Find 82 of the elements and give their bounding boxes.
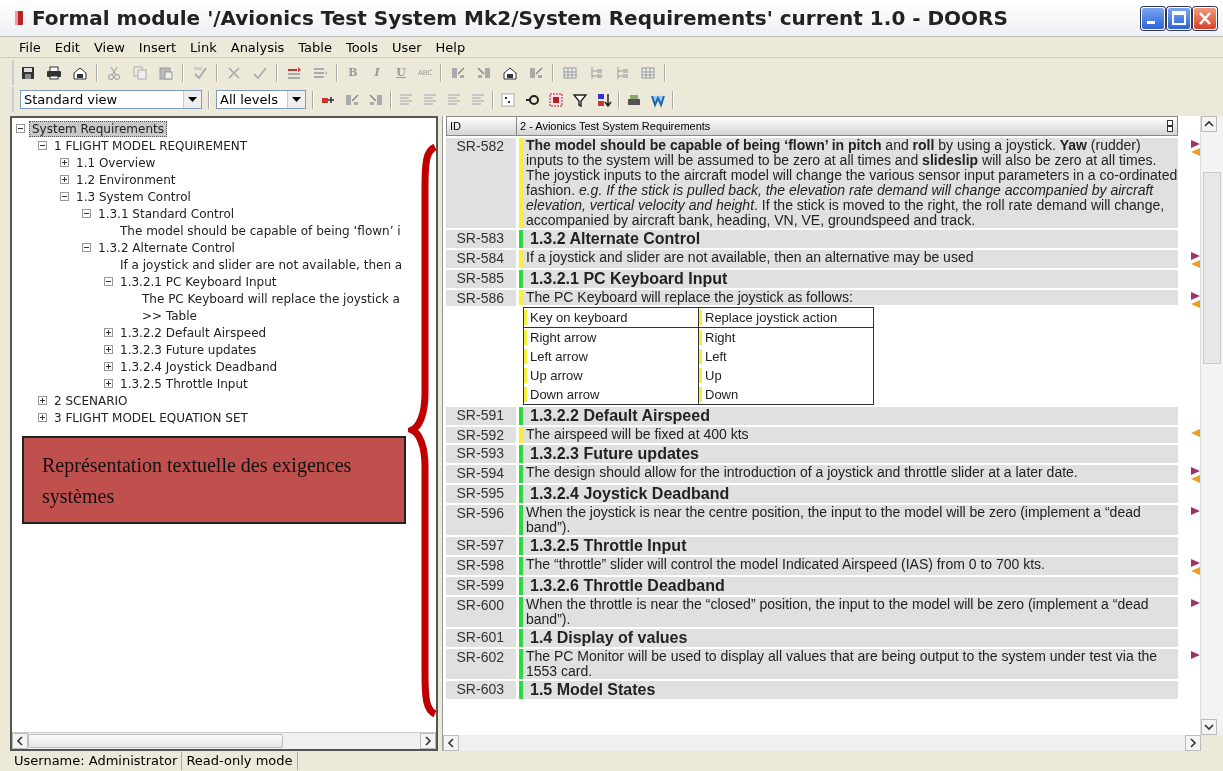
heading-cell[interactable]: 1.3.2.4 Joystick Deadband [519,485,1178,503]
id-cell: SR-592 [446,427,516,443]
table-cell: Up [699,368,869,383]
tree-item[interactable]: 1.3 System Control [73,188,194,205]
requirement-cell[interactable]: When the throttle is near the “closed” position, the input to the model will be zero (implement a “dead band”). [519,597,1178,627]
tree-item[interactable]: The model should be capable of being ‘flown’ i [117,222,404,239]
tree-item[interactable]: 1.3.2.5 Throttle Input [117,375,251,392]
requirement-cell[interactable]: The design should allow for the introduction of a joystick and throttle slider at a later date. [519,465,1178,483]
table-header-cell: Key on keyboard [524,310,694,325]
id-cell: SR-602 [446,649,516,679]
id-cell: SR-603 [446,681,516,699]
table-header-cell: Replace joystick action [699,310,869,325]
id-cell: SR-600 [446,597,516,627]
table-cell: Right [699,330,869,345]
table-cell: Left arrow [524,349,694,364]
menu-item[interactable]: File [12,39,48,55]
id-cell: SR-586 [446,290,516,306]
id-cell: SR-597 [446,537,516,555]
requirement-cell[interactable]: If a joystick and slider are not available, then an alternative may be used [519,250,1178,268]
requirement-cell[interactable]: The model should be capable of being ‘flown’ in pitch and roll by using a joystick. Yaw (rudder) inputs to the system will be assumed to be zero at all times and slideslip will also be zero at all times. The joystick inputs to the aircraft model will change the various sensor input parameters in a co-ordinated fashion. e.g. If the stick is pulled back, the elevation rate demand will change accompanied by aircraft elevation, vertical velocity and height. If the stick is moved to the right, the roll rate demand will change, accompanied by aircraft bank, heading, VN, VE, groundspeed and track. [519,138,1178,228]
id-cell: SR-596 [446,505,516,535]
requirement-cell[interactable]: The PC Monitor will be used to display all values that are being output to the system under test via the 1553 card. [519,649,1178,679]
requirement-cell[interactable]: The “throttle” slider will control the model Indicated Airspeed (IAS) from 0 to 700 kts. [519,557,1178,575]
heading-cell[interactable]: 1.3.2 Alternate Control [519,230,1178,248]
tree-item[interactable]: >> Table [139,307,200,324]
table-cell: Down [699,387,869,402]
tree-item[interactable]: System Requirements [29,120,167,137]
tree-item[interactable]: 1.3.2.2 Default Airspeed [117,324,270,341]
status-text: Username: Administrator [10,752,183,770]
heading-cell[interactable]: 1.3.2.2 Default Airspeed [519,407,1178,425]
id-cell: SR-595 [446,485,516,503]
tree-item[interactable]: 1.3.2.3 Future updates [117,341,260,358]
heading-cell[interactable]: 1.3.2.1 PC Keyboard Input [519,270,1178,288]
id-cell: SR-584 [446,250,516,268]
menu-item[interactable]: Table [291,39,339,55]
annotation-callout: Représentation textuelle des exigences systèmes [22,436,406,524]
menu-item[interactable]: Link [183,39,224,55]
tree-item[interactable]: If a joystick and slider are not available, then a [117,256,406,273]
tree-item[interactable]: 1 FLIGHT MODEL REQUIREMENT [51,137,250,154]
id-cell: SR-598 [446,557,516,575]
table-cell: Left [699,349,869,364]
requirement-cell[interactable]: The PC Keyboard will replace the joystick as follows: [519,290,1178,305]
heading-cell[interactable]: 1.3.2.6 Throttle Deadband [519,577,1178,595]
menu-item[interactable]: User [384,39,429,55]
column-header[interactable]: 2 - Avionics Test System Requirements [517,117,1177,135]
table-cell: Down arrow [524,387,694,402]
tree-item[interactable]: 1.1 Overview [73,154,159,171]
heading-cell[interactable]: 1.3.2.3 Future updates [519,445,1178,463]
tree-item[interactable]: 1.3.2 Alternate Control [95,239,238,256]
menu-item[interactable]: Analysis [223,39,292,55]
requirement-cell[interactable]: The airspeed will be fixed at 400 kts [519,427,1178,443]
id-cell: SR-585 [446,270,516,288]
id-cell: SR-593 [446,445,516,463]
tree-item[interactable]: 1.3.1 Standard Control [95,205,238,222]
requirement-cell[interactable]: When the joystick is near the centre position, the input to the model will be zero (implement a “dead band”). [519,505,1178,535]
level-dropdown[interactable]: All levels [216,90,306,109]
menu-item[interactable]: Help [428,39,473,55]
id-cell: SR-591 [446,407,516,425]
window-title: Formal module '/Avionics Test System Mk2/System Requirements' current 1.0 - DOORS [32,6,1009,30]
tree-item[interactable]: 1.3.2.4 Joystick Deadband [117,358,281,375]
heading-cell[interactable]: 1.5 Model States [519,681,1178,699]
table-cell: Up arrow [524,368,694,383]
tree-item[interactable]: The PC Keyboard will replace the joystick a [139,290,403,307]
id-cell: SR-599 [446,577,516,595]
table-cell: Right arrow [524,330,694,345]
tree-item[interactable]: 2 SCENARIO [51,392,131,409]
menu-item[interactable]: Insert [131,39,184,55]
menu-item[interactable]: Tools [338,39,385,55]
id-cell: SR-582 [446,138,516,228]
id-cell: SR-601 [446,629,516,647]
tree-item[interactable]: 1.2 Environment [73,171,179,188]
id-cell: SR-583 [446,230,516,248]
menu-item[interactable]: Edit [47,39,87,55]
view-dropdown[interactable]: Standard view [20,90,202,109]
tree-item[interactable]: 1.3.2.1 PC Keyboard Input [117,273,280,290]
status-text: Read-only mode [182,752,298,770]
heading-cell[interactable]: 1.4 Display of values [519,629,1178,647]
menu-item[interactable]: View [86,39,132,55]
id-cell: SR-594 [446,465,516,483]
heading-cell[interactable]: 1.3.2.5 Throttle Input [519,537,1178,555]
tree-item[interactable]: 3 FLIGHT MODEL EQUATION SET [51,409,251,426]
column-header[interactable]: ID [447,117,517,135]
